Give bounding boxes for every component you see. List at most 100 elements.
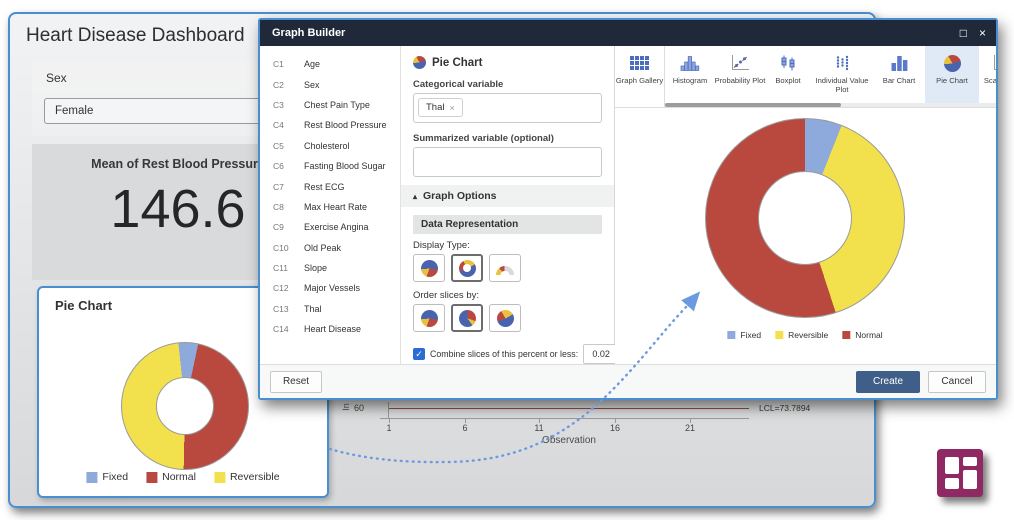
variable-chip[interactable]: Thal × [418, 98, 463, 117]
y-axis-tick: 60 [354, 403, 364, 413]
donut-chart-preview [705, 118, 905, 318]
legend-label: Normal [855, 330, 882, 340]
legend-swatch [86, 472, 97, 483]
order-slices-option-2-button[interactable] [451, 304, 483, 332]
display-type-pie-button[interactable] [413, 254, 445, 282]
individual-value-plot-icon [832, 53, 852, 73]
gallery-item-individual-value-plot[interactable]: Individual Value Plot [811, 46, 873, 107]
column-id: C1 [273, 59, 304, 69]
column-id: C6 [273, 161, 304, 171]
legend-item: Normal [842, 330, 882, 340]
column-row[interactable]: C9Exercise Angina [260, 217, 400, 237]
probability-plot-icon [730, 53, 750, 73]
display-type-arc-button[interactable] [489, 254, 521, 282]
column-row[interactable]: C10Old Peak [260, 238, 400, 258]
gallery-item-boxplot[interactable]: Boxplot [765, 46, 811, 107]
reset-button[interactable]: Reset [270, 371, 322, 393]
graph-builder-dialog: Graph Builder □ × C1Age C2Sex C3Chest Pa… [258, 18, 998, 400]
gallery-toolbar: Graph Gallery Histogram Probability Plot [615, 46, 996, 108]
data-representation-header: Data Representation [413, 215, 602, 234]
column-name: Sex [304, 80, 320, 90]
column-row[interactable]: C8Max Heart Rate [260, 197, 400, 217]
pie-chart-icon [944, 53, 961, 73]
order-slices-option-3-button[interactable] [489, 304, 521, 332]
column-row[interactable]: C1Age [260, 54, 400, 74]
column-name: Slope [304, 263, 327, 273]
gallery-item-label: Graph Gallery [616, 76, 663, 85]
gallery-item-histogram[interactable]: Histogram [665, 46, 715, 107]
donut-hole [758, 171, 852, 265]
graph-options-label: Graph Options [423, 190, 497, 202]
column-row[interactable]: C6Fasting Blood Sugar [260, 156, 400, 176]
categorical-variable-field[interactable]: Thal × [413, 93, 602, 123]
order-slices-option-1-button[interactable] [413, 304, 445, 332]
arc-gauge-icon [496, 266, 514, 275]
donut-hole [156, 377, 214, 435]
close-icon[interactable]: × [979, 27, 986, 39]
column-row[interactable]: C4Rest Blood Pressure [260, 115, 400, 135]
column-row[interactable]: C12Major Vessels [260, 278, 400, 298]
gallery-item-bar-chart[interactable]: Bar Chart [873, 46, 925, 107]
column-name: Max Heart Rate [304, 202, 367, 212]
logo-block [945, 457, 959, 474]
column-row[interactable]: C5Cholesterol [260, 136, 400, 156]
chip-remove-icon[interactable]: × [449, 103, 454, 113]
dialog-title: Graph Builder [272, 27, 345, 39]
column-id: C14 [273, 324, 304, 334]
legend-item: Reversible [775, 330, 828, 340]
legend-label: Fixed [102, 471, 128, 483]
variable-chip-label: Thal [426, 102, 444, 113]
histogram-icon [680, 53, 700, 73]
column-id: C2 [273, 80, 304, 90]
column-name: Heart Disease [304, 324, 361, 334]
legend: Fixed Reversible Normal [727, 330, 882, 340]
cancel-button[interactable]: Cancel [928, 371, 986, 393]
combine-slices-checkbox[interactable]: ✓ [413, 348, 425, 360]
gallery-item-label: Boxplot [775, 76, 800, 85]
gallery-scrollbar-thumb[interactable] [665, 103, 841, 107]
column-id: C8 [273, 202, 304, 212]
column-name: Rest Blood Pressure [304, 120, 387, 130]
legend-swatch [146, 472, 157, 483]
column-row[interactable]: C14Heart Disease [260, 319, 400, 339]
gallery-item-label: Bar Chart [883, 76, 916, 85]
column-list: C1Age C2Sex C3Chest Pain Type C4Rest Blo… [260, 46, 400, 364]
graph-options-header[interactable]: ▴ Graph Options [401, 185, 614, 207]
legend-label: Normal [162, 471, 196, 483]
boxplot-icon [778, 53, 798, 73]
display-type-donut-button[interactable] [451, 254, 483, 282]
column-row[interactable]: C2Sex [260, 74, 400, 94]
gallery-item-label: Individual Value Plot [813, 76, 871, 94]
gallery-item-label: Scatterplot [984, 76, 996, 85]
options-panel-title: Pie Chart [432, 57, 483, 69]
combine-percent-input[interactable] [583, 344, 619, 364]
display-type-label: Display Type: [413, 240, 602, 251]
legend-swatch [727, 331, 735, 339]
gallery-item-graph-gallery[interactable]: Graph Gallery [615, 46, 665, 107]
sex-dropdown-value: Female [55, 105, 93, 117]
summarized-variable-field[interactable] [413, 147, 602, 177]
column-row[interactable]: C3Chest Pain Type [260, 95, 400, 115]
column-id: C13 [273, 304, 304, 314]
maximize-icon[interactable]: □ [960, 27, 967, 39]
minitab-logo [937, 449, 983, 497]
gallery-scrollbar[interactable] [665, 103, 996, 107]
column-name: Exercise Angina [304, 222, 369, 232]
gallery-item-scatterplot[interactable]: Scatterplot [979, 46, 996, 107]
column-row[interactable]: C7Rest ECG [260, 176, 400, 196]
create-button[interactable]: Create [856, 371, 920, 393]
legend-item: Fixed [727, 330, 761, 340]
column-row[interactable]: C13Thal [260, 299, 400, 319]
pie-order-icon [459, 310, 476, 327]
column-row[interactable]: C11Slope [260, 258, 400, 278]
pie-card-title: Pie Chart [55, 298, 112, 313]
column-name: Chest Pain Type [304, 100, 370, 110]
x-axis-tick: 6 [462, 423, 467, 433]
column-id: C11 [273, 263, 304, 273]
legend-item: Normal [146, 471, 196, 483]
gallery-item-pie-chart[interactable]: Pie Chart [925, 46, 979, 107]
lcl-annotation: LCL=73.7894 [759, 403, 810, 413]
options-panel: Pie Chart Categorical variable Thal × Su… [400, 46, 615, 364]
page-title: Heart Disease Dashboard [26, 25, 245, 47]
gallery-item-probability-plot[interactable]: Probability Plot [715, 46, 765, 107]
